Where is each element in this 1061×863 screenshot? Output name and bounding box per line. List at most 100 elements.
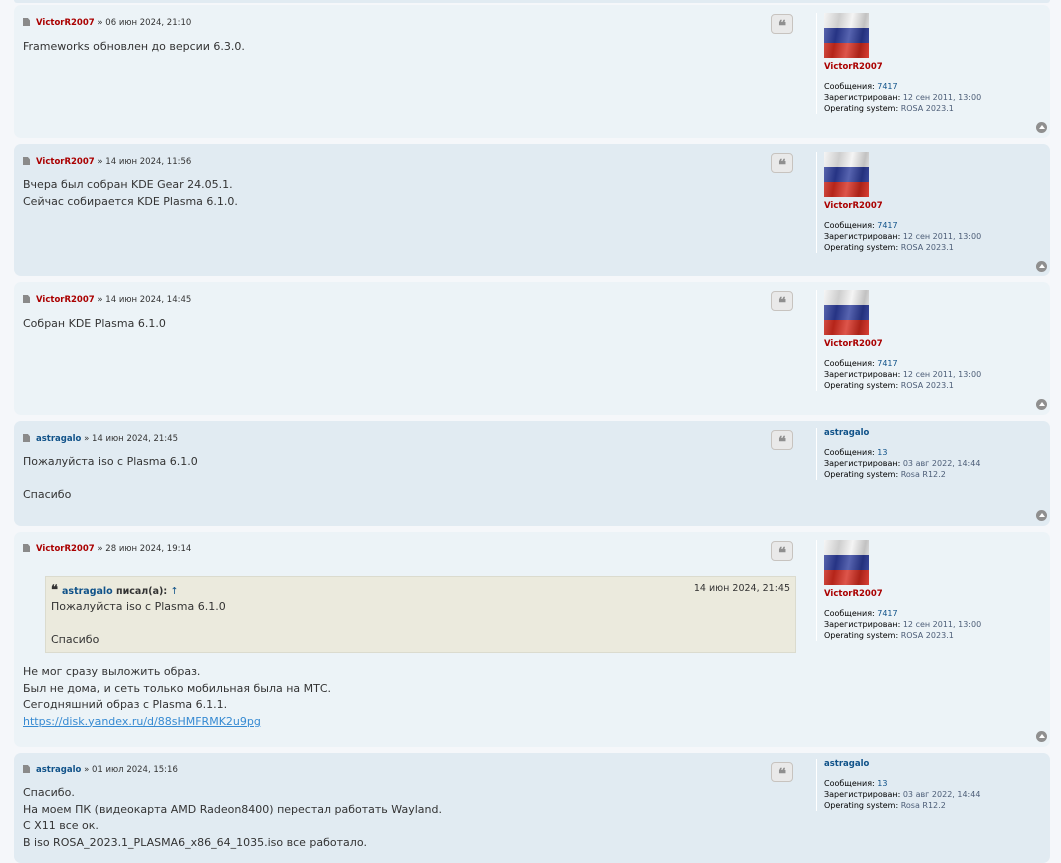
avatar[interactable] <box>824 152 869 197</box>
quote-block: ❝ astragalo писал(а): ↑ 14 июн 2024, 21:4… <box>45 576 796 653</box>
profile-posts: Сообщения: 7417 <box>824 359 898 368</box>
back-to-top-button[interactable] <box>1036 261 1047 272</box>
download-link[interactable]: https://disk.yandex.ru/d/88sHMFRMK2u9pg <box>23 715 261 728</box>
profile-registered: Зарегистрирован: 03 авг 2022, 14:44 <box>824 790 981 799</box>
profile-posts-count[interactable]: 7417 <box>877 609 897 618</box>
quote-icon: ❝ <box>777 17 787 35</box>
profile-posts: Сообщения: 13 <box>824 448 888 457</box>
profile-registered: Зарегистрирован: 12 сен 2011, 13:00 <box>824 232 982 241</box>
user-profile: astragalo Сообщения: 13 Зарегистрирован:… <box>816 428 1036 480</box>
profile-username[interactable]: astragalo <box>824 428 1036 438</box>
post: astragalo » 01 июл 2024, 15:16 Спасибо. … <box>14 753 1050 863</box>
avatar[interactable] <box>824 540 869 585</box>
post-header: astragalo » 01 июл 2024, 15:16 <box>23 765 178 775</box>
post-doc-icon[interactable] <box>23 295 30 303</box>
avatar[interactable] <box>824 13 869 58</box>
post-date: 06 июн 2024, 21:10 <box>105 18 192 28</box>
post-doc-icon[interactable] <box>23 157 30 165</box>
user-profile: VictorR2007 Сообщения: 7417 Зарегистриро… <box>816 13 1036 114</box>
post-author-link[interactable]: VictorR2007 <box>36 544 95 554</box>
quote-source-arrow[interactable]: ↑ <box>170 586 178 597</box>
back-to-top-icon <box>1038 264 1045 268</box>
back-to-top-icon <box>1038 125 1045 129</box>
quote-icon: ❝ <box>777 765 787 783</box>
profile-posts-count[interactable]: 7417 <box>877 82 897 91</box>
back-to-top-button[interactable] <box>1036 731 1047 742</box>
separator: » <box>97 18 103 28</box>
separator: » <box>84 765 90 775</box>
post-header: astragalo » 14 июн 2024, 21:45 <box>23 434 178 444</box>
post-author-link[interactable]: VictorR2007 <box>36 18 95 28</box>
user-profile: VictorR2007 Сообщения: 7417 Зарегистриро… <box>816 290 1036 391</box>
profile-username[interactable]: VictorR2007 <box>824 62 1036 72</box>
profile-username[interactable]: VictorR2007 <box>824 339 1036 349</box>
post-doc-icon[interactable] <box>23 544 30 552</box>
back-to-top-icon <box>1038 513 1045 517</box>
post-date: 14 июн 2024, 14:45 <box>105 295 192 305</box>
quote-text: Пожалуйста iso с Plasma 6.1.0 Спасибо <box>51 599 226 649</box>
profile-os: Operating system: ROSA 2023.1 <box>824 104 954 113</box>
post-author-link[interactable]: VictorR2007 <box>36 295 95 305</box>
post-content: Пожалуйста iso с Plasma 6.1.0 Спасибо <box>23 454 198 504</box>
profile-username[interactable]: VictorR2007 <box>824 589 1036 599</box>
post: VictorR2007 » 06 июн 2024, 21:10 Framewo… <box>14 5 1050 138</box>
content-line: Собран KDE Plasma 6.1.0 <box>23 317 166 330</box>
post-doc-icon[interactable] <box>23 765 30 773</box>
post-author-link[interactable]: astragalo <box>36 765 81 775</box>
profile-posts-count[interactable]: 7417 <box>877 359 897 368</box>
quote-icon: ❝ <box>777 433 787 451</box>
content-line: Пожалуйста iso с Plasma 6.1.0 <box>23 455 198 468</box>
quote-button[interactable]: ❝ <box>771 762 793 782</box>
separator: » <box>97 544 103 554</box>
quote-button[interactable]: ❝ <box>771 153 793 173</box>
separator: » <box>97 157 103 167</box>
quote-button[interactable]: ❝ <box>771 14 793 34</box>
back-to-top-button[interactable] <box>1036 399 1047 410</box>
post-doc-icon[interactable] <box>23 434 30 442</box>
quote-button[interactable]: ❝ <box>771 291 793 311</box>
quote-button[interactable]: ❝ <box>771 541 793 561</box>
quote-icon: ❝ <box>777 294 787 312</box>
quote-author-link[interactable]: astragalo <box>62 586 113 597</box>
quote-line: Спасибо <box>51 633 100 646</box>
user-profile: astragalo Сообщения: 13 Зарегистрирован:… <box>816 759 1036 811</box>
post: astragalo » 14 июн 2024, 21:45 Пожалуйст… <box>14 421 1050 526</box>
post-date: 14 июн 2024, 11:56 <box>105 157 192 167</box>
separator: » <box>84 434 90 444</box>
profile-posts: Сообщения: 7417 <box>824 221 898 230</box>
profile-registered: Зарегистрирован: 03 авг 2022, 14:44 <box>824 459 981 468</box>
content-line: Сегодняшний образ с Plasma 6.1.1. <box>23 698 228 711</box>
profile-username[interactable]: astragalo <box>824 759 1036 769</box>
post-author-link[interactable]: astragalo <box>36 434 81 444</box>
profile-posts-count[interactable]: 7417 <box>877 221 897 230</box>
profile-registered: Зарегистрирован: 12 сен 2011, 13:00 <box>824 620 982 629</box>
profile-posts: Сообщения: 13 <box>824 779 888 788</box>
quote-header: ❝ astragalo писал(а): ↑ <box>51 583 179 598</box>
post-header: VictorR2007 » 06 июн 2024, 21:10 <box>23 18 191 28</box>
post-author-link[interactable]: VictorR2007 <box>36 157 95 167</box>
content-line <box>23 471 198 488</box>
quote-line <box>51 616 226 633</box>
profile-username[interactable]: VictorR2007 <box>824 201 1036 211</box>
back-to-top-icon <box>1038 402 1045 406</box>
post-header: VictorR2007 » 14 июн 2024, 14:45 <box>23 295 191 305</box>
post-doc-icon[interactable] <box>23 18 30 26</box>
profile-posts-count[interactable]: 13 <box>877 779 887 788</box>
back-to-top-button[interactable] <box>1036 510 1047 521</box>
post-content: Собран KDE Plasma 6.1.0 <box>23 316 166 333</box>
quote-button[interactable]: ❝ <box>771 430 793 450</box>
profile-posts-count[interactable]: 13 <box>877 448 887 457</box>
separator: » <box>97 295 103 305</box>
content-line: Спасибо. <box>23 786 75 799</box>
content-line: На моем ПК (видеокарта AMD Radeon8400) п… <box>23 802 442 816</box>
profile-os: Operating system: Rosa R12.2 <box>824 470 946 479</box>
avatar[interactable] <box>824 290 869 335</box>
content-line: Не мог сразу выложить образ. <box>23 665 201 678</box>
profile-posts: Сообщения: 7417 <box>824 82 898 91</box>
back-to-top-icon <box>1038 734 1045 738</box>
post: VictorR2007 » 14 июн 2024, 14:45 Собран … <box>14 282 1050 415</box>
back-to-top-button[interactable] <box>1036 122 1047 133</box>
user-profile: VictorR2007 Сообщения: 7417 Зарегистриро… <box>816 152 1036 253</box>
content-line: В iso ROSA_2023.1_PLASMA6_x86_64_1035.is… <box>23 835 368 849</box>
profile-os: Operating system: ROSA 2023.1 <box>824 381 954 390</box>
